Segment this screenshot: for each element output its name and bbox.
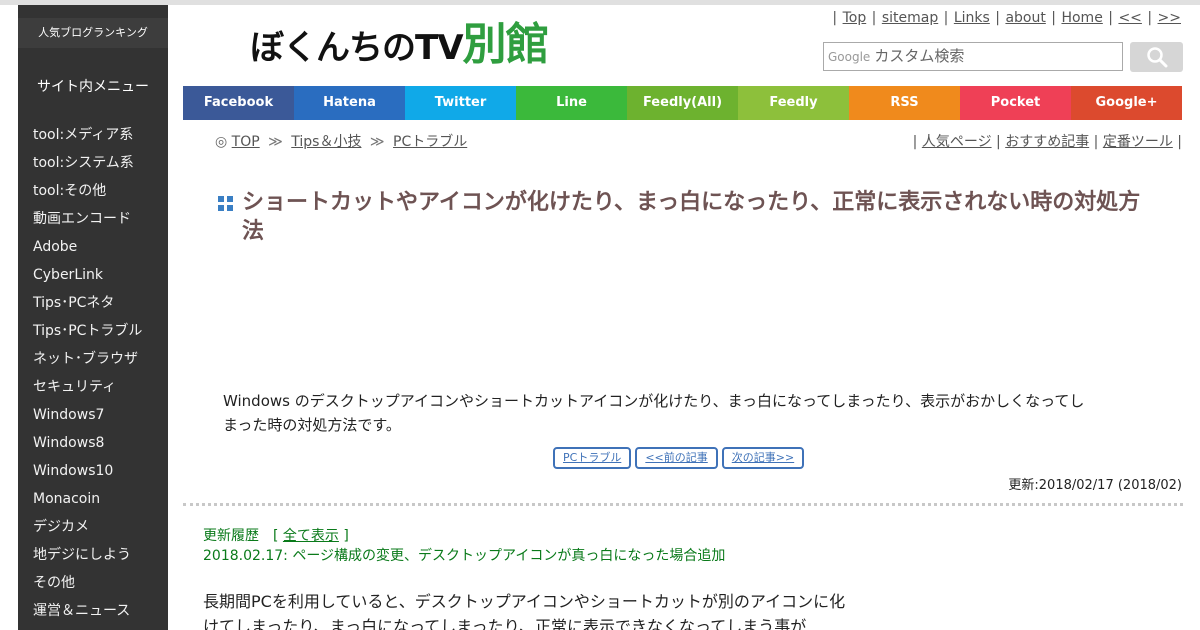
share-twitter-button[interactable]: Twitter — [405, 86, 516, 120]
share-line-button[interactable]: Line — [516, 86, 627, 120]
article-title: ショートカットやアイコンが化けたり、まっ白になったり、正常に表示されない時の対処… — [242, 190, 1141, 244]
breadcrumb-pc-trouble[interactable]: PCトラブル — [393, 134, 467, 150]
sidebar-item[interactable]: その他 — [18, 569, 168, 597]
sidebar: 人気ブログランキング サイト内メニュー tool:メディア系 tool:システム… — [18, 5, 168, 630]
history-header: 更新履歴 [ 全て表示 ] — [203, 528, 349, 544]
toplink-home[interactable]: Home — [1061, 10, 1102, 26]
sidebar-item[interactable]: 動画エンコード — [18, 205, 168, 233]
search-input[interactable]: Google カスタム検索 — [823, 42, 1123, 71]
sidebar-item[interactable]: tool:システム系 — [18, 149, 168, 177]
category-button[interactable]: PCトラブル — [553, 447, 632, 469]
sidebar-item[interactable]: tool:その他 — [18, 177, 168, 205]
share-hatena-button[interactable]: Hatena — [294, 86, 405, 120]
share-pocket-button[interactable]: Pocket — [960, 86, 1071, 120]
sidebar-item[interactable]: Windows10 — [18, 457, 168, 485]
toplink-about[interactable]: about — [1005, 10, 1045, 26]
search-placeholder: カスタム検索 — [874, 47, 965, 65]
quicklink-tools[interactable]: 定番ツール — [1103, 134, 1173, 150]
toplink-sitemap[interactable]: sitemap — [882, 10, 938, 26]
quicklink-recommended[interactable]: おすすめ記事 — [1005, 134, 1089, 150]
breadcrumb-top[interactable]: TOP — [232, 134, 260, 150]
blog-ranking-banner[interactable]: 人気ブログランキング — [18, 18, 168, 48]
sidebar-item[interactable]: ネット･ブラウザ — [18, 345, 168, 373]
site-logo[interactable]: ぼくんちのTV別館 — [250, 20, 550, 70]
sidebar-item[interactable]: Adobe — [18, 233, 168, 261]
toplink-top[interactable]: Top — [843, 10, 867, 26]
breadcrumb: ◎ TOP ≫ Tips＆小技 ≫ PCトラブル — [215, 131, 467, 151]
toplink-prev[interactable]: << — [1118, 10, 1141, 26]
sidebar-item[interactable]: 地デジにしよう — [18, 541, 168, 569]
share-feedly-button[interactable]: Feedly — [738, 86, 849, 120]
updated-date: 更新:2018/02/17 (2018/02) — [1008, 478, 1182, 493]
quicklink-popular[interactable]: 人気ページ — [922, 134, 992, 150]
search-button[interactable] — [1130, 42, 1183, 72]
history-label: 更新履歴 — [203, 528, 259, 544]
breadcrumb-separator: ≫ — [268, 134, 283, 150]
social-share-bar: Facebook Hatena Twitter Line Feedly(All)… — [183, 86, 1182, 120]
sidebar-item[interactable]: Windows7 — [18, 401, 168, 429]
toplink-links[interactable]: Links — [954, 10, 990, 26]
left-gutter — [0, 5, 18, 630]
sidebar-item[interactable]: CyberLink — [18, 261, 168, 289]
sidebar-item[interactable]: Tips･PCネタ — [18, 289, 168, 317]
share-feedly-all-button[interactable]: Feedly(All) — [627, 86, 738, 120]
sidebar-item[interactable]: セキュリティ — [18, 373, 168, 401]
sidebar-menu: tool:メディア系 tool:システム系 tool:その他 動画エンコード A… — [18, 121, 168, 625]
article-nav: PCトラブル <<前の記事 次の記事>> — [553, 447, 805, 469]
breadcrumb-separator: ≫ — [369, 134, 385, 150]
search-icon — [1146, 47, 1167, 68]
history-entry: 2018.02.17: ページ構成の変更、デスクトップアイコンが真っ白になった場… — [203, 548, 726, 564]
search-brand: Google — [828, 50, 871, 64]
update-history: 更新履歴 [ 全て表示 ] 2018.02.17: ページ構成の変更、デスクトッ… — [203, 526, 725, 566]
title-bullet-icon — [218, 196, 234, 212]
toplink-next[interactable]: >> — [1158, 10, 1181, 26]
top-links: | Top | sitemap | Links | about | Home |… — [832, 10, 1181, 26]
logo-text: ぼくんちのTV別館 — [250, 20, 550, 73]
article-intro: Windows のデスクトップアイコンやショートカットアイコンが化けたり、まっ白… — [223, 392, 1085, 434]
quick-links: | 人気ページ | おすすめ記事 | 定番ツール | — [912, 134, 1182, 150]
breadcrumb-prefix: ◎ — [215, 134, 228, 150]
history-show-all-link[interactable]: 全て表示 — [283, 528, 339, 544]
logo-accent: 別館 — [462, 19, 550, 70]
dotted-divider — [183, 503, 1183, 506]
sidebar-item[interactable]: Tips･PCトラブル — [18, 317, 168, 345]
share-rss-button[interactable]: RSS — [849, 86, 960, 120]
site-menu-title: サイト内メニュー — [37, 79, 149, 95]
sidebar-item[interactable]: Monacoin — [18, 485, 168, 513]
sidebar-item[interactable]: tool:メディア系 — [18, 121, 168, 149]
next-article-button[interactable]: 次の記事>> — [721, 447, 805, 469]
sidebar-item[interactable]: Windows8 — [18, 429, 168, 457]
breadcrumb-tips[interactable]: Tips＆小技 — [291, 134, 361, 150]
sidebar-item[interactable]: デジカメ — [18, 513, 168, 541]
article-body: 長期間PCを利用していると、デスクトップアイコンやショートカットが別のアイコンに… — [203, 592, 846, 630]
share-facebook-button[interactable]: Facebook — [183, 86, 294, 120]
share-googleplus-button[interactable]: Google+ — [1071, 86, 1182, 120]
prev-article-button[interactable]: <<前の記事 — [635, 447, 718, 469]
logo-main: ぼくんちのTV — [250, 28, 464, 68]
sidebar-item[interactable]: 運営＆ニュース — [18, 597, 168, 625]
